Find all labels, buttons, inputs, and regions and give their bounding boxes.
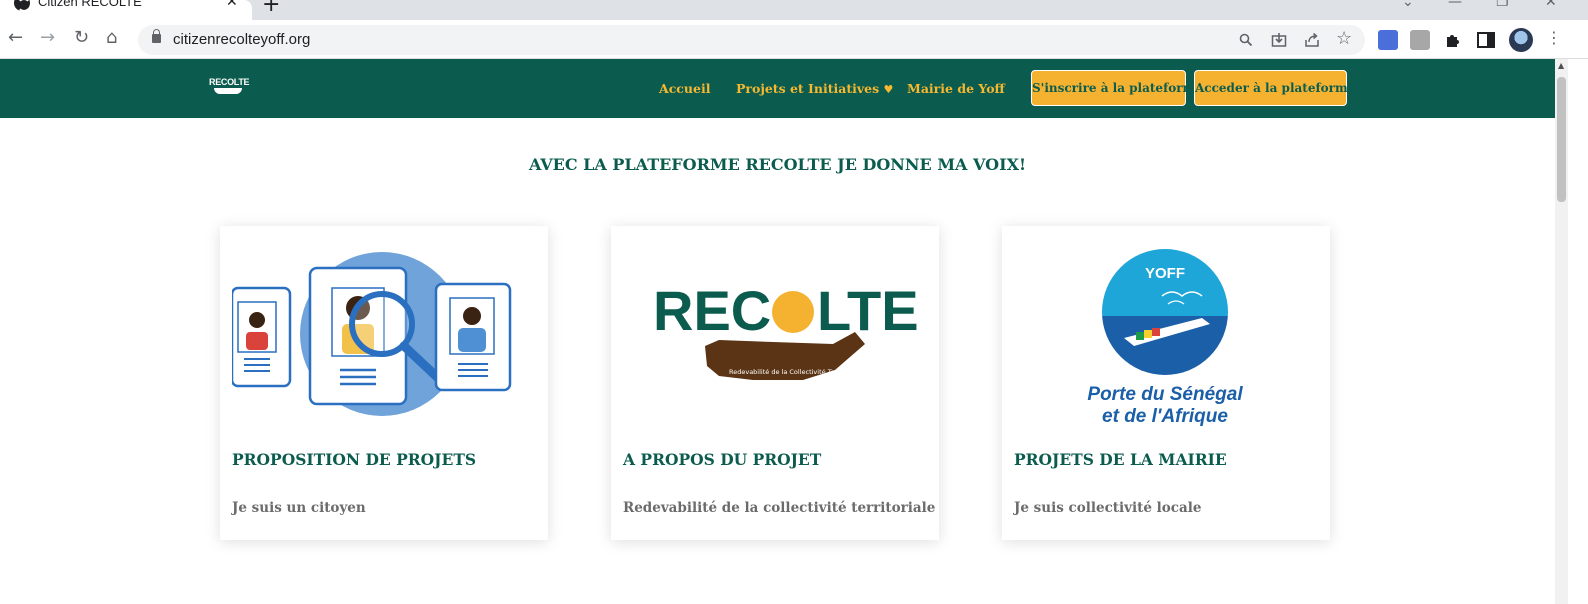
back-button[interactable]: ← bbox=[8, 28, 23, 48]
logo-line-1: Porte du Sénégal bbox=[1087, 384, 1243, 405]
home-button[interactable]: ⌂ bbox=[106, 28, 117, 48]
qr-extension-icon[interactable] bbox=[1410, 30, 1430, 50]
tab-search-icon[interactable]: ⌄ bbox=[1402, 0, 1414, 10]
logo-word-left: REC bbox=[653, 279, 771, 342]
logo-tagline: Redevabilité de la Collectivité Territor… bbox=[729, 368, 862, 376]
url-text[interactable]: citizenrecolteyoff.org bbox=[173, 31, 310, 48]
nav-link-projets-label: Projets et Initiatives bbox=[736, 81, 880, 96]
yoff-logo: YOFF Porte du Sénégal et de l'Afrique bbox=[1087, 249, 1243, 427]
browser-toolbar: ← → ↻ ⌂ citizenrecolteyoff.org ☆ ⋮ bbox=[0, 20, 1588, 59]
logo-badge: YOFF bbox=[1145, 265, 1185, 282]
globe-icon bbox=[14, 0, 31, 12]
page-scrollbar[interactable]: ▲ bbox=[1555, 59, 1568, 604]
card-subtitle: Je suis collectivité locale bbox=[1014, 500, 1202, 516]
card-title[interactable]: PROJETS DE LA MAIRIE bbox=[1014, 450, 1227, 469]
recolte-logo: REC LTE Redevabilité de la Collectivité … bbox=[653, 279, 919, 380]
share-icon[interactable] bbox=[1304, 32, 1320, 48]
scroll-up-icon[interactable]: ▲ bbox=[1558, 61, 1564, 70]
sidepanel-icon[interactable] bbox=[1476, 30, 1496, 50]
translate-extension-icon[interactable] bbox=[1378, 30, 1398, 50]
install-icon[interactable] bbox=[1271, 32, 1287, 48]
search-icon[interactable] bbox=[1239, 33, 1253, 47]
puzzle-icon[interactable] bbox=[1443, 30, 1463, 50]
tab-strip: Citizen RECOLTE ✕ + ⌄ — ❐ ✕ bbox=[0, 0, 1588, 20]
signup-button[interactable]: S'inscrire à la plateforme bbox=[1031, 70, 1203, 106]
maximize-button[interactable]: ❐ bbox=[1496, 0, 1509, 10]
close-tab-icon[interactable]: ✕ bbox=[226, 0, 238, 10]
minimize-button[interactable]: — bbox=[1448, 0, 1462, 10]
close-window-button[interactable]: ✕ bbox=[1545, 0, 1557, 10]
logo-word-right: LTE bbox=[817, 279, 919, 342]
profile-avatar[interactable] bbox=[1509, 28, 1533, 52]
nav-link-projets[interactable]: Projets et Initiatives ♥ bbox=[736, 81, 893, 96]
heart-icon: ♥ bbox=[883, 83, 894, 96]
reload-button[interactable]: ↻ bbox=[74, 28, 89, 48]
page-viewport: RECOLTE Accueil Projets et Initiatives ♥… bbox=[0, 59, 1555, 604]
card-subtitle: Je suis un citoyen bbox=[232, 500, 366, 516]
card-title[interactable]: PROPOSITION DE PROJETS bbox=[232, 450, 476, 469]
logo-line-2: et de l'Afrique bbox=[1102, 406, 1228, 427]
login-button[interactable]: Acceder à la plateforme bbox=[1194, 70, 1355, 106]
scrollbar-thumb[interactable] bbox=[1557, 77, 1566, 202]
card-subtitle: Redevabilité de la collectivité territor… bbox=[623, 500, 936, 516]
citizen-profiles-illustration bbox=[232, 252, 512, 416]
site-logo-text: RECOLTE bbox=[209, 77, 250, 87]
site-logo[interactable]: RECOLTE bbox=[208, 77, 252, 97]
bookmark-star-icon[interactable]: ☆ bbox=[1336, 28, 1352, 49]
card-title[interactable]: A PROPOS DU PROJET bbox=[623, 450, 821, 469]
new-tab-button[interactable]: + bbox=[262, 0, 280, 17]
forward-button[interactable]: → bbox=[40, 28, 55, 48]
nav-link-accueil[interactable]: Accueil bbox=[659, 81, 710, 96]
menu-icon[interactable]: ⋮ bbox=[1546, 28, 1562, 47]
nav-link-mairie[interactable]: Mairie de Yoff bbox=[907, 81, 1005, 96]
card-projets-mairie[interactable]: YOFF Porte du Sénégal et de l'Afrique PR… bbox=[1002, 226, 1330, 540]
page-headline: AVEC LA PLATEFORME RECOLTE JE DONNE MA V… bbox=[528, 155, 1027, 174]
address-bar[interactable]: citizenrecolteyoff.org ☆ bbox=[138, 25, 1365, 55]
site-navbar: RECOLTE Accueil Projets et Initiatives ♥… bbox=[0, 59, 1555, 118]
lock-icon[interactable] bbox=[152, 29, 161, 43]
card-proposition-projets[interactable]: PROPOSITION DE PROJETS Je suis un citoye… bbox=[220, 226, 548, 540]
hand-icon bbox=[214, 88, 242, 94]
card-a-propos[interactable]: REC LTE Redevabilité de la Collectivité … bbox=[611, 226, 939, 540]
tab-title: Citizen RECOLTE bbox=[38, 0, 142, 9]
browser-tab[interactable]: Citizen RECOLTE ✕ bbox=[0, 0, 252, 20]
